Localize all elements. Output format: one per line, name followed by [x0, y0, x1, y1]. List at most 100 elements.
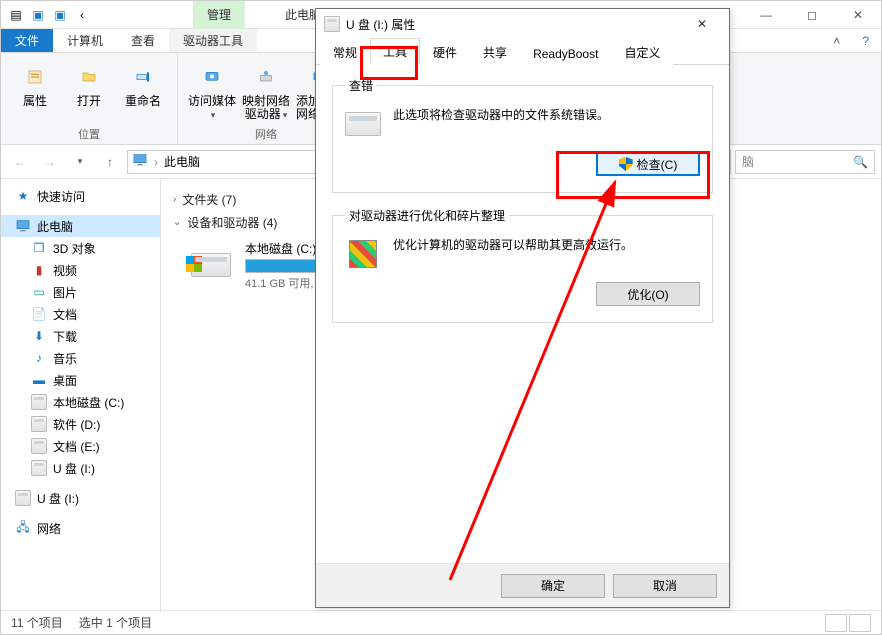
status-selected: 选中 1 个项目: [79, 614, 152, 631]
dialog-close-button[interactable]: ✕: [683, 12, 721, 36]
minimize-button[interactable]: ―: [743, 1, 789, 29]
breadcrumb-sep-icon[interactable]: ›: [154, 155, 158, 169]
qat-check-icon[interactable]: ▣: [29, 6, 47, 24]
tree-documents[interactable]: 📄 文档: [1, 303, 160, 325]
tab-drive-tools[interactable]: 驱动器工具: [169, 29, 257, 52]
tree-local-c[interactable]: 本地磁盘 (C:): [1, 391, 160, 413]
nav-back-button[interactable]: ←: [7, 149, 33, 175]
nav-history-button[interactable]: ▾: [67, 149, 93, 175]
tree-soft-d-label: 软件 (D:): [53, 416, 100, 433]
tab-general[interactable]: 常规: [320, 39, 370, 65]
tab-tools[interactable]: 工具: [370, 38, 420, 65]
properties-dialog: U 盘 (I:) 属性 ✕ 常规 工具 硬件 共享 ReadyBoost 自定义…: [315, 8, 730, 608]
ribbon-btn-properties[interactable]: 属性: [9, 57, 61, 124]
tab-file[interactable]: 文件: [1, 29, 53, 52]
tree-network[interactable]: 🖧 网络: [1, 517, 160, 539]
optimize-button[interactable]: 优化(O): [596, 282, 700, 306]
tree-quick-access-label: 快速访问: [37, 188, 85, 205]
usb-icon: [15, 490, 31, 506]
ribbon-btn-properties-label: 属性: [23, 95, 47, 108]
tree-this-pc[interactable]: 此电脑: [1, 215, 160, 237]
tree-desktop-label: 桌面: [53, 372, 77, 389]
check-button[interactable]: 检查(C): [596, 152, 700, 176]
drive-icon: [31, 416, 47, 432]
search-placeholder-fragment: 脑: [742, 153, 754, 170]
view-details-button[interactable]: [825, 614, 847, 632]
ribbon-btn-open-label: 打开: [77, 95, 101, 108]
qat-menu-icon[interactable]: ▤: [7, 6, 25, 24]
tree-soft-d[interactable]: 软件 (D:): [1, 413, 160, 435]
tree-documents-label: 文档: [53, 306, 77, 323]
picture-icon: ▭: [31, 284, 47, 300]
map-drive-icon: [250, 61, 282, 93]
tab-hardware[interactable]: 硬件: [420, 39, 470, 65]
group-devices-label: 设备和驱动器 (4): [187, 214, 277, 231]
tab-view[interactable]: 查看: [117, 29, 169, 52]
dialog-titlebar: U 盘 (I:) 属性 ✕: [316, 9, 729, 39]
tab-readyboost[interactable]: ReadyBoost: [520, 42, 611, 65]
ribbon-btn-map-drive[interactable]: 映射网络 驱动器: [240, 57, 292, 124]
ribbon-btn-open[interactable]: 打开: [63, 57, 115, 124]
group-folders-label: 文件夹 (7): [182, 191, 236, 208]
rename-icon: [127, 61, 159, 93]
dialog-body: 查错 此选项将检查驱动器中的文件系统错误。 检查(C) 对驱动器进行优化和碎片整…: [316, 65, 729, 349]
chevron-down-icon: ⌄: [173, 217, 181, 228]
ok-button[interactable]: 确定: [501, 574, 605, 598]
tree-videos-label: 视频: [53, 262, 77, 279]
tree-network-label: 网络: [37, 520, 61, 537]
nav-tree: ★ 快速访问 此电脑 ❒3D 对象 ▮ 视频 ▭图片 📄 文档 ⬇下载 ♪ 音乐 ▬ 桌面…: [1, 179, 161, 612]
quick-access-toolbar: ▤ ▣ ▣ ‹: [1, 6, 97, 24]
ribbon-collapse-button[interactable]: ˄: [823, 29, 850, 52]
search-input[interactable]: 脑 🔍: [735, 150, 875, 174]
star-icon: ★: [15, 188, 31, 204]
defrag-legend: 对驱动器进行优化和碎片整理: [345, 207, 509, 224]
tree-3d-objects[interactable]: ❒3D 对象: [1, 237, 160, 259]
drive-icon: [31, 438, 47, 454]
tree-usb-i-root-label: U 盘 (I:): [37, 490, 79, 507]
tree-quick-access[interactable]: ★ 快速访问: [1, 185, 160, 207]
tree-doc-e[interactable]: 文档 (E:): [1, 435, 160, 457]
ribbon-btn-access-media[interactable]: 访问媒体: [186, 57, 238, 124]
maximize-button[interactable]: ◻: [789, 1, 835, 29]
tree-usb-i-root[interactable]: U 盘 (I:): [1, 487, 160, 509]
error-check-legend: 查错: [345, 77, 377, 94]
network-icon: 🖧: [15, 520, 31, 536]
help-button[interactable]: ?: [850, 29, 881, 52]
download-icon: ⬇: [31, 328, 47, 344]
music-icon: ♪: [31, 350, 47, 366]
qat-overflow-icon[interactable]: ‹: [73, 6, 91, 24]
tree-desktop[interactable]: ▬ 桌面: [1, 369, 160, 391]
video-icon: ▮: [31, 262, 47, 278]
tree-doc-e-label: 文档 (E:): [53, 438, 100, 455]
drive-icon: [31, 394, 47, 410]
tree-downloads[interactable]: ⬇下载: [1, 325, 160, 347]
breadcrumb-this-pc[interactable]: 此电脑: [164, 153, 200, 170]
qat-check-icon-2[interactable]: ▣: [51, 6, 69, 24]
tree-music-label: 音乐: [53, 350, 77, 367]
check-button-label: 检查(C): [637, 156, 678, 173]
nav-forward-button[interactable]: →: [37, 149, 63, 175]
pc-icon: [132, 152, 148, 171]
tab-sharing[interactable]: 共享: [470, 39, 520, 65]
tree-pictures[interactable]: ▭图片: [1, 281, 160, 303]
view-large-button[interactable]: [849, 614, 871, 632]
close-button[interactable]: ✕: [835, 1, 881, 29]
tree-this-pc-label: 此电脑: [37, 218, 73, 235]
drive-icon: [345, 106, 381, 142]
open-icon: [73, 61, 105, 93]
tab-custom[interactable]: 自定义: [611, 39, 673, 65]
dialog-title: U 盘 (I:) 属性: [346, 16, 415, 33]
tree-music[interactable]: ♪ 音乐: [1, 347, 160, 369]
desktop-icon: ▬: [31, 372, 47, 388]
tree-videos[interactable]: ▮ 视频: [1, 259, 160, 281]
ribbon-btn-rename[interactable]: 重命名: [117, 57, 169, 124]
dialog-footer: 确定 取消: [316, 563, 729, 607]
cancel-button[interactable]: 取消: [613, 574, 717, 598]
nav-up-button[interactable]: ↑: [97, 149, 123, 175]
document-icon: 📄: [31, 306, 47, 322]
tree-usb-i[interactable]: U 盘 (I:): [1, 457, 160, 479]
pc-icon: [15, 218, 31, 234]
chevron-right-icon: ›: [173, 194, 176, 205]
tab-computer[interactable]: 计算机: [53, 29, 117, 52]
drive-icon: [187, 245, 235, 285]
